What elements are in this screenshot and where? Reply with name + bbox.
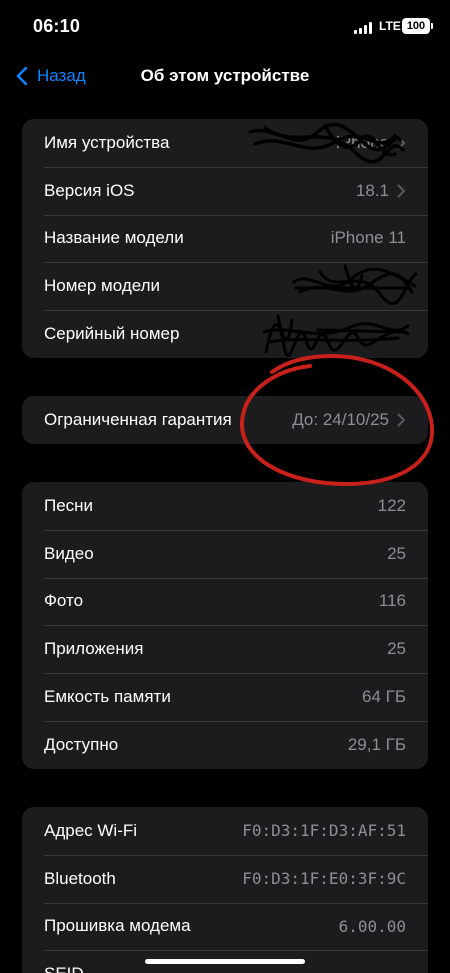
row-label: Название модели xyxy=(44,228,184,248)
row-applications: Приложения 25 xyxy=(22,625,428,673)
page-title: Об этом устройстве xyxy=(140,66,310,85)
row-capacity: Емкость памяти 64 ГБ xyxy=(22,673,428,721)
row-label: Песни xyxy=(44,495,94,515)
row-value: 6.00.00 xyxy=(338,916,406,936)
row-label: Ограниченная гарантия xyxy=(44,409,232,429)
row-value: iPhone xyxy=(336,132,389,152)
device-info-group: Имя устройства iPhone Версия iOS 18.1 На… xyxy=(22,119,428,358)
row-label: SEID xyxy=(44,964,406,973)
row-value: 116 xyxy=(378,591,406,611)
row-label: Номер модели xyxy=(44,276,161,296)
navigation-bar: Назад Об этом устройстве xyxy=(0,52,450,102)
chevron-right-icon xyxy=(397,184,405,198)
row-value: F0:D3:1F:E0:3F:9C xyxy=(242,869,406,889)
row-model-number[interactable]: Номер модели xyxy=(22,262,428,310)
warranty-group: Ограниченная гарантия До: 24/10/25 xyxy=(22,396,428,444)
row-songs: Песни 122 xyxy=(22,482,428,530)
row-label: Адрес Wi-Fi xyxy=(44,820,138,840)
status-bar: 06:10 LTE 100 xyxy=(0,0,450,52)
row-value: 29,1 ГБ xyxy=(347,734,406,754)
battery-icon: 100 xyxy=(402,18,433,34)
row-label: Фото xyxy=(44,591,84,611)
row-label: Доступно xyxy=(44,734,119,754)
row-value: 25 xyxy=(387,639,406,659)
row-bluetooth[interactable]: Bluetooth F0:D3:1F:E0:3F:9C xyxy=(22,854,428,903)
row-wifi-address[interactable]: Адрес Wi-Fi F0:D3:1F:D3:AF:51 xyxy=(22,807,428,855)
row-value: iPhone 11 xyxy=(330,228,406,248)
media-group: Песни 122 Видео 25 Фото 116 Приложения 2… xyxy=(22,482,428,769)
home-indicator[interactable] xyxy=(145,959,305,964)
row-serial-number: Серийный номер xyxy=(22,310,428,358)
row-value: 122 xyxy=(377,495,406,515)
row-value: 25 xyxy=(387,543,406,563)
row-value: F0:D3:1F:D3:AF:51 xyxy=(242,821,406,841)
row-limited-warranty[interactable]: Ограниченная гарантия До: 24/10/25 xyxy=(22,396,428,444)
row-videos: Видео 25 xyxy=(22,529,428,578)
row-photos: Фото 116 xyxy=(22,577,428,626)
row-available: Доступно 29,1 ГБ xyxy=(22,720,428,769)
row-label: Приложения xyxy=(44,639,144,659)
network-group: Адрес Wi-Fi F0:D3:1F:D3:AF:51 Bluetooth … xyxy=(22,807,428,973)
row-label: Серийный номер xyxy=(44,324,180,344)
row-device-name[interactable]: Имя устройства iPhone xyxy=(22,119,428,167)
row-label: Bluetooth xyxy=(44,868,116,888)
chevron-right-icon xyxy=(397,136,405,150)
row-label: Имя устройства xyxy=(44,132,170,152)
chevron-right-icon xyxy=(397,413,405,427)
row-value: До: 24/10/25 xyxy=(292,409,389,429)
cellular-signal-icon xyxy=(354,22,374,34)
network-type: LTE xyxy=(379,19,401,33)
row-label: Видео xyxy=(44,543,94,563)
row-value: 18.1 xyxy=(355,180,389,200)
row-label: Прошивка модема xyxy=(44,916,191,936)
row-value: 64 ГБ xyxy=(362,687,406,707)
row-label: Версия iOS xyxy=(44,180,135,200)
row-ios-version[interactable]: Версия iOS 18.1 xyxy=(22,166,428,215)
row-model-name: Название модели iPhone 11 xyxy=(22,214,428,263)
row-label: Емкость памяти xyxy=(44,687,171,707)
row-modem-firmware[interactable]: Прошивка модема 6.00.00 xyxy=(22,902,428,951)
status-time: 06:10 xyxy=(33,16,81,36)
